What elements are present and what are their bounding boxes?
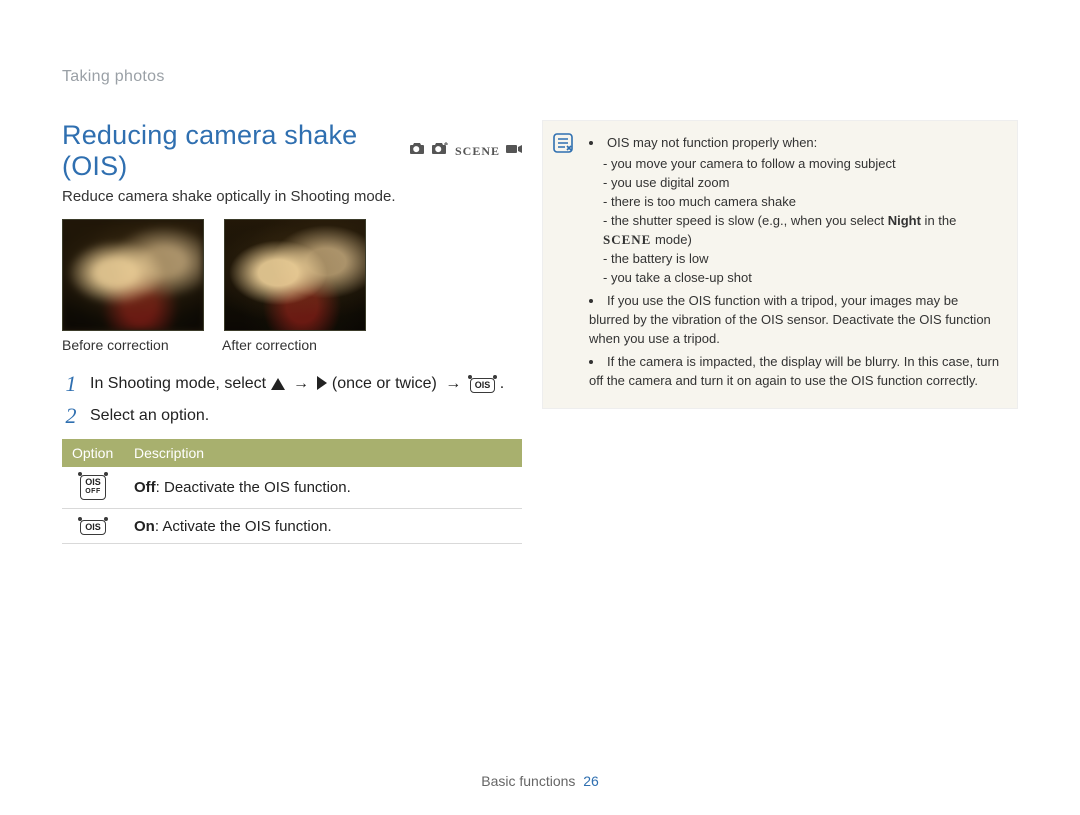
video-icon — [506, 142, 522, 160]
ois-off-icon-sub: OFF — [85, 487, 101, 497]
step-2: 2 Select an option. — [62, 403, 522, 429]
breadcrumb: Taking photos — [62, 68, 1018, 86]
ois-off-icon-main: OIS — [85, 477, 101, 487]
option-off-label: Off — [134, 479, 156, 496]
step-1-text-end: . — [500, 375, 504, 392]
option-on-desc: On: Activate the OIS function. — [124, 509, 522, 544]
note-sub-2: you use digital zoom — [603, 173, 1001, 192]
option-on-label: On — [134, 518, 155, 535]
content-columns: Reducing camera shake (OIS) SCENE Reduce… — [62, 120, 1018, 544]
photo-after-wrap — [224, 219, 366, 331]
camera-plus-icon — [431, 142, 449, 160]
step-1: 1 In Shooting mode, select → (once or tw… — [62, 371, 522, 397]
note-sub-4a: the shutter speed is slow (e.g., when yo… — [611, 213, 888, 228]
photo-row — [62, 219, 522, 331]
option-row-on: OIS On: Activate the OIS function. — [62, 509, 522, 544]
title-row: Reducing camera shake (OIS) SCENE — [62, 120, 522, 182]
up-triangle-icon — [271, 378, 285, 390]
footer-page-number: 26 — [583, 773, 599, 789]
step-1-text: In Shooting mode, select → (once or twic… — [90, 371, 504, 397]
camera-icon — [409, 142, 425, 160]
note-sub-6: you take a close-up shot — [603, 268, 1001, 287]
arrow-1: → — [293, 375, 309, 392]
page-title: Reducing camera shake (OIS) — [62, 120, 399, 182]
photo-before-wrap — [62, 219, 204, 331]
step-1-text-a: In Shooting mode, select — [90, 375, 271, 392]
option-on-icon-cell: OIS — [62, 509, 124, 544]
note-box: OIS may not function properly when: you … — [542, 120, 1018, 409]
note-sub-4d-scene: SCENE — [603, 232, 651, 247]
note-bullet-impact: If the camera is impacted, the display w… — [589, 352, 1001, 390]
note-bullet-ois-limits: OIS may not function properly when: you … — [589, 133, 1001, 287]
note-sub-4e: mode) — [651, 232, 691, 247]
arrow-2: → — [445, 375, 461, 392]
page: Taking photos Reducing camera shake (OIS… — [0, 0, 1080, 815]
col-option: Option — [62, 439, 124, 467]
right-column: OIS may not function properly when: you … — [542, 120, 1018, 544]
note-content: OIS may not function properly when: you … — [583, 133, 1001, 396]
step-2-number: 2 — [62, 403, 80, 429]
options-table: Option Description OIS OFF Off: D — [62, 439, 522, 544]
left-column: Reducing camera shake (OIS) SCENE Reduce… — [62, 120, 522, 544]
option-on-text: : Activate the OIS function. — [155, 518, 332, 535]
option-off-desc: Off: Deactivate the OIS function. — [124, 467, 522, 509]
caption-before: Before correction — [62, 337, 202, 353]
step-2-text: Select an option. — [90, 403, 209, 429]
ois-icon: OIS — [470, 378, 496, 393]
right-chevron-icon — [317, 376, 327, 390]
note-sub-3: there is too much camera shake — [603, 192, 1001, 211]
options-header-row: Option Description — [62, 439, 522, 467]
note-icon — [553, 133, 575, 396]
footer: Basic functions 26 — [0, 773, 1080, 789]
footer-section: Basic functions — [481, 773, 575, 789]
step-1-text-b: (once or twice) — [332, 375, 441, 392]
caption-row: Before correction After correction — [62, 331, 522, 353]
steps: 1 In Shooting mode, select → (once or tw… — [62, 371, 522, 429]
mode-icons: SCENE — [409, 142, 522, 160]
caption-after: After correction — [222, 337, 362, 353]
note-sub-4b: Night — [888, 213, 921, 228]
note-l0: OIS may not function properly when: — [607, 135, 817, 150]
photo-before — [62, 219, 204, 331]
note-sub-1: you move your camera to follow a moving … — [603, 154, 1001, 173]
scene-mode-icon: SCENE — [455, 144, 500, 159]
col-description: Description — [124, 439, 522, 467]
photo-after — [224, 219, 366, 331]
subtitle: Reduce camera shake optically in Shootin… — [62, 188, 522, 205]
ois-on-icon: OIS — [80, 520, 106, 535]
note-sub-5: the battery is low — [603, 249, 1001, 268]
note-sub-4: the shutter speed is slow (e.g., when yo… — [603, 211, 1001, 249]
ois-off-icon: OIS OFF — [80, 475, 106, 500]
option-off-text: : Deactivate the OIS function. — [156, 479, 351, 496]
step-1-number: 1 — [62, 371, 80, 397]
note-bullet-tripod: If you use the OIS function with a tripo… — [589, 291, 1001, 348]
option-row-off: OIS OFF Off: Deactivate the OIS function… — [62, 467, 522, 509]
note-sub-4c: in the — [921, 213, 956, 228]
option-off-icon-cell: OIS OFF — [62, 467, 124, 509]
